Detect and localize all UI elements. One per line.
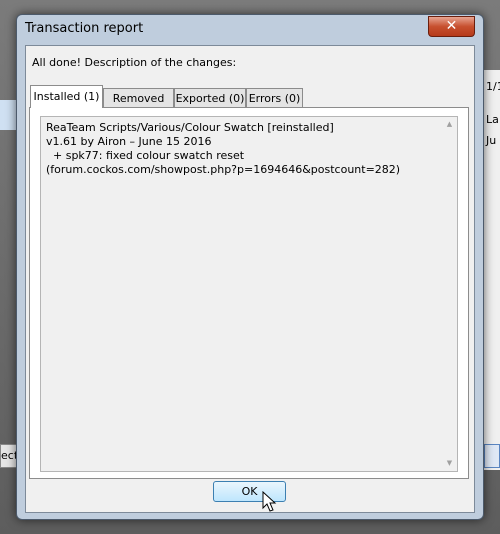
tab-errors[interactable]: Errors (0) bbox=[246, 88, 303, 107]
tab-panel-installed: ReaTeam Scripts/Various/Colour Swatch [r… bbox=[29, 107, 469, 479]
dialog-titlebar[interactable]: Transaction report ✕ bbox=[17, 15, 483, 43]
dialog-client-area: All done! Description of the changes: In… bbox=[25, 45, 475, 513]
tab-exported[interactable]: Exported (0) bbox=[174, 88, 246, 107]
close-icon: ✕ bbox=[445, 18, 458, 34]
transaction-report-dialog: Transaction report ✕ All done! Descripti… bbox=[16, 14, 484, 520]
background-text-ju: Ju bbox=[486, 134, 497, 147]
background-button-right bbox=[484, 444, 500, 468]
background-text-page: 1/1 bbox=[486, 80, 500, 93]
background-selected-row bbox=[0, 100, 16, 130]
background-text-la: La bbox=[486, 113, 499, 126]
description-label: All done! Description of the changes: bbox=[32, 56, 237, 69]
changes-textbox[interactable]: ReaTeam Scripts/Various/Colour Swatch [r… bbox=[40, 116, 458, 472]
tab-installed[interactable]: Installed (1) bbox=[30, 85, 103, 108]
mouse-pointer-icon bbox=[262, 491, 277, 512]
log-line-change: + spk77: fixed colour swatch reset (foru… bbox=[46, 149, 401, 176]
dialog-title: Transaction report bbox=[25, 21, 144, 36]
scroll-up-arrow-icon[interactable]: ▲ bbox=[442, 117, 457, 132]
tab-removed[interactable]: Removed (0) bbox=[103, 88, 174, 124]
log-line-version: v1.61 by Airon – June 15 2016 bbox=[46, 135, 212, 148]
scroll-down-arrow-icon[interactable]: ▼ bbox=[442, 456, 457, 471]
log-line-package: ReaTeam Scripts/Various/Colour Swatch [r… bbox=[46, 121, 334, 134]
vertical-scrollbar[interactable]: ▲ ▼ bbox=[442, 117, 457, 471]
changes-log: ReaTeam Scripts/Various/Colour Swatch [r… bbox=[46, 121, 436, 177]
close-button[interactable]: ✕ bbox=[428, 16, 475, 37]
